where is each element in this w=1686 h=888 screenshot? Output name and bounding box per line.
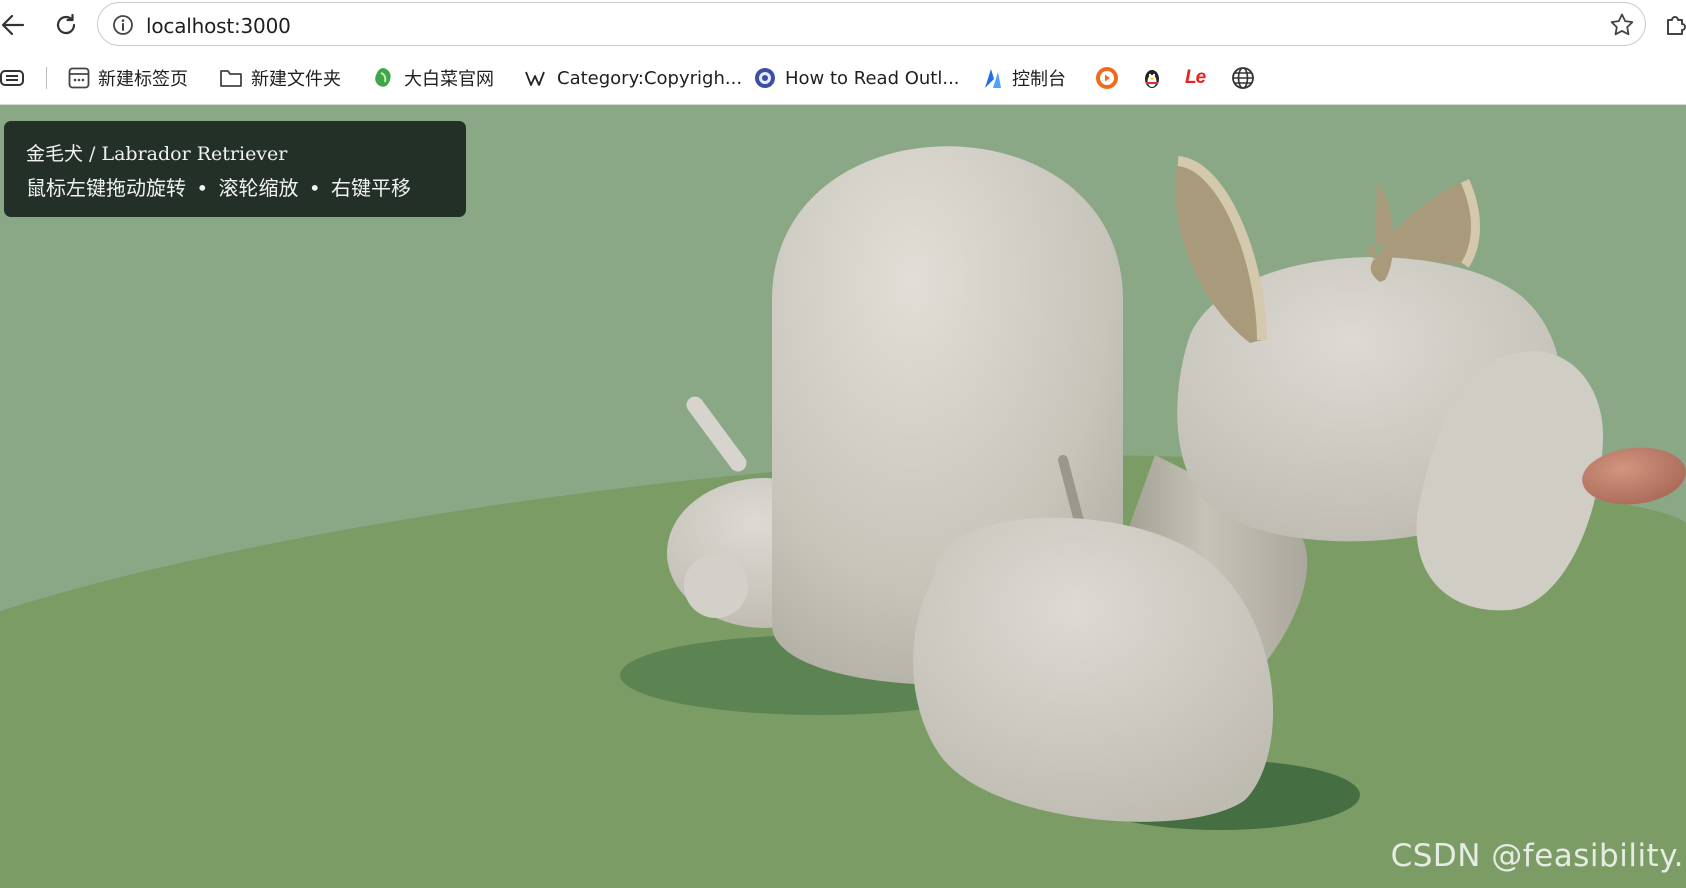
bookmark-how-to-read[interactable]: How to Read Outl...: [753, 64, 960, 92]
dog-ear-right: [1367, 181, 1394, 282]
dog-scene: [0, 146, 1686, 888]
extensions-icon[interactable]: [1663, 11, 1686, 37]
reading-list-button[interactable]: [0, 64, 26, 92]
bookmark-label: Category:Copyrigh...: [557, 67, 743, 89]
bookmark-star-icon[interactable]: [1609, 12, 1635, 38]
url-text[interactable]: localhost:3000: [146, 14, 291, 38]
bookmark-globe[interactable]: [1231, 64, 1255, 92]
bookmark-label: How to Read Outl...: [785, 67, 960, 89]
back-arrow-icon: [1, 14, 25, 36]
console-icon: [985, 69, 1001, 88]
three-canvas[interactable]: [0, 105, 1686, 888]
bookmark-label: 大白菜官网: [404, 69, 494, 90]
dog-hind-paw: [684, 554, 748, 618]
bookmarks-bar: 新建标签页 新建文件夹 大白菜官网 Category:Copyrigh... H…: [0, 50, 1686, 105]
bookmark-orange-play[interactable]: [1095, 64, 1119, 92]
wikipedia-icon: [525, 71, 545, 86]
bookmark-label: 控制台: [1012, 69, 1066, 90]
penguin-icon: [1145, 70, 1159, 88]
bookmark-dabaicai[interactable]: 大白菜官网: [372, 64, 494, 92]
reload-button[interactable]: [49, 8, 83, 42]
bookmark-console[interactable]: 控制台: [982, 64, 1066, 92]
model-title: 金毛犬 / Labrador Retriever: [26, 143, 288, 165]
bookmark-penguin[interactable]: [1141, 64, 1163, 92]
dog-ear-right-main: [1378, 181, 1476, 265]
new-tab-icon: [68, 67, 90, 89]
browser-toolbar: localhost:3000: [0, 0, 1686, 50]
orange-play-icon: [1096, 67, 1118, 89]
address-bar[interactable]: localhost:3000: [97, 2, 1646, 46]
folder-icon: [220, 70, 242, 87]
site-info-icon[interactable]: [112, 14, 134, 36]
bookmark-new-tab[interactable]: 新建标签页: [68, 64, 188, 92]
globe-gear-icon: [755, 68, 775, 88]
dog-tail: [686, 396, 747, 472]
bookmark-new-folder[interactable]: 新建文件夹: [219, 64, 341, 92]
reload-icon: [56, 13, 76, 35]
bookmarks-divider: [46, 67, 47, 89]
info-overlay: 金毛犬 / Labrador Retriever 鼠标左键拖动旋转 • 滚轮缩放…: [4, 121, 466, 217]
bookmark-label: 新建标签页: [98, 69, 188, 90]
reading-list-icon: [0, 70, 24, 86]
back-button[interactable]: [0, 8, 30, 42]
le-icon: Le: [1185, 67, 1206, 88]
bookmark-le[interactable]: Le: [1185, 64, 1206, 92]
cabbage-icon: [375, 68, 391, 87]
bookmark-wikipedia[interactable]: Category:Copyrigh...: [525, 64, 742, 92]
controls-hint: 鼠标左键拖动旋转 • 滚轮缩放 • 右键平移: [26, 176, 412, 200]
globe-icon: [1232, 67, 1254, 89]
watermark: CSDN @feasibility.: [1390, 838, 1684, 874]
bookmark-label: 新建文件夹: [251, 69, 341, 90]
